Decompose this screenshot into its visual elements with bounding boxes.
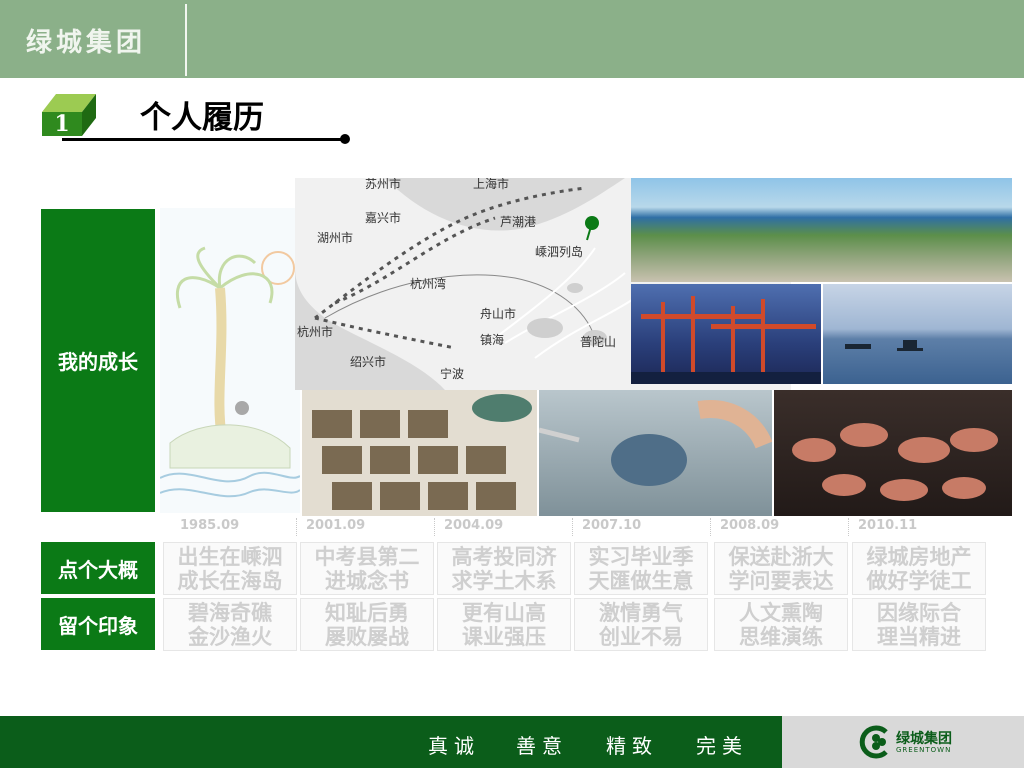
slogan-refinement: 精致: [606, 734, 658, 758]
overview-line: 天匯做生意: [588, 568, 694, 593]
map-label-suzhou: 苏州市: [365, 178, 401, 191]
map-label-hangzhou: 杭州市: [297, 324, 333, 339]
map-label-jiaxing: 嘉兴市: [365, 210, 401, 225]
title-underline: [62, 138, 344, 141]
map-label-hangzhouwan: 杭州湾: [410, 276, 446, 291]
page-title: 个人履历: [140, 100, 264, 136]
header-divider: [185, 4, 187, 76]
impression-cell: 激情勇气 创业不易: [574, 598, 708, 651]
impression-cell: 更有山高 课业强压: [437, 598, 571, 651]
overview-line: 实习毕业季: [588, 544, 694, 569]
impression-line: 金沙渔火: [188, 624, 272, 649]
impression-line: 激情勇气: [599, 600, 683, 625]
year-label: 2004.09: [444, 518, 504, 533]
year-label: 2010.11: [858, 518, 918, 533]
timeline-divider: [296, 518, 298, 536]
port-cranes-photo: [631, 284, 821, 384]
island-sketch-image: [160, 208, 300, 513]
overview-line: 学问要表达: [728, 568, 834, 593]
row-label-growth: 我的成长: [41, 209, 155, 512]
impression-line: 碧海奇礁: [188, 600, 272, 625]
row-label-impression: 留个印象: [41, 598, 155, 650]
overview-line: 绿城房地产: [866, 544, 972, 569]
overview-line: 成长在海岛: [177, 568, 283, 593]
impression-line: 课业强压: [462, 624, 546, 649]
timeline-divider: [710, 518, 712, 536]
map-label-zhoushan: 舟山市: [480, 306, 516, 321]
overview-cell: 实习毕业季 天匯做生意: [574, 542, 708, 595]
slogan-sincerity: 真诚: [428, 734, 480, 758]
impression-line: 更有山高: [462, 600, 546, 625]
timeline-divider: [848, 518, 850, 536]
impression-cell: 因缘际合 理当精进: [852, 598, 986, 651]
overview-line: 做好学徒工: [866, 568, 972, 593]
impression-line: 屡败屡战: [325, 624, 409, 649]
impression-cell: 碧海奇礁 金沙渔火: [163, 598, 297, 651]
year-label: 2007.10: [582, 518, 642, 533]
greentown-logo-icon: [859, 725, 888, 759]
row-label-overview: 点个大概: [41, 542, 155, 594]
map-label-luchaogang: 芦潮港: [500, 214, 536, 229]
impression-cell: 人文熏陶 思维演练: [714, 598, 848, 651]
sea-boats-photo: [823, 284, 1012, 384]
map-label-shanghai: 上海市: [473, 178, 509, 191]
overview-line: 中考县第二: [314, 544, 420, 569]
slogan-kindness: 善意: [516, 734, 568, 758]
slogan-perfection: 完美: [696, 734, 748, 758]
map-label-zhenhai: 镇海: [480, 332, 504, 347]
footer-logo-text: 绿城集团: [896, 731, 952, 747]
map-label-putuoshan: 普陀山: [580, 334, 616, 349]
overview-line: 出生在嵊泗: [177, 544, 283, 569]
impression-line: 思维演练: [739, 624, 823, 649]
map-label-shaoxing: 绍兴市: [350, 354, 386, 369]
year-label: 2001.09: [306, 518, 366, 533]
section-number: 1: [54, 111, 69, 137]
timeline-divider: [434, 518, 436, 536]
overview-cell: 中考县第二 进城念书: [300, 542, 434, 595]
overview-line: 进城念书: [325, 568, 409, 593]
section-number-badge: 1: [42, 94, 96, 137]
overview-cell: 绿城房地产 做好学徒工: [852, 542, 986, 595]
timeline-divider: [572, 518, 574, 536]
overview-cell: 出生在嵊泗 成长在海岛: [163, 542, 297, 595]
impression-line: 知耻后勇: [325, 600, 409, 625]
overview-line: 保送赴浙大: [728, 544, 834, 569]
impression-line: 人文熏陶: [739, 600, 823, 625]
impression-line: 因缘际合: [877, 600, 961, 625]
seafood-market-photo: [302, 390, 537, 516]
grilled-squid-photo: [774, 390, 1012, 516]
year-label: 2008.09: [720, 518, 780, 533]
year-label: 1985.09: [180, 518, 240, 533]
map-label-shengsi: 嵊泗列岛: [535, 244, 583, 259]
coastal-town-photo: [631, 178, 1012, 282]
overview-cell: 保送赴浙大 学问要表达: [714, 542, 848, 595]
header-bar: 绿城集团: [0, 0, 1024, 78]
overview-line: 求学土木系: [451, 568, 557, 593]
map-label-huzhou: 湖州市: [317, 230, 353, 245]
crab-photo: [539, 390, 772, 516]
brand-name: 绿城集团: [26, 28, 147, 58]
impression-line: 创业不易: [599, 624, 683, 649]
impression-cell: 知耻后勇 屡败屡战: [300, 598, 434, 651]
overview-line: 高考投同济: [451, 544, 557, 569]
photo-collage: 苏州市 上海市 嘉兴市 芦潮港 湖州市 嵊泗列岛 杭州湾 舟山市 杭州市 镇海 …: [160, 178, 1012, 516]
overview-cell: 高考投同济 求学土木系: [437, 542, 571, 595]
footer-logo-subtext: GREENTOWN: [896, 746, 952, 754]
title-underline-dot: [340, 134, 350, 144]
impression-line: 理当精进: [877, 624, 961, 649]
map-label-ningbo: 宁波: [440, 366, 464, 381]
